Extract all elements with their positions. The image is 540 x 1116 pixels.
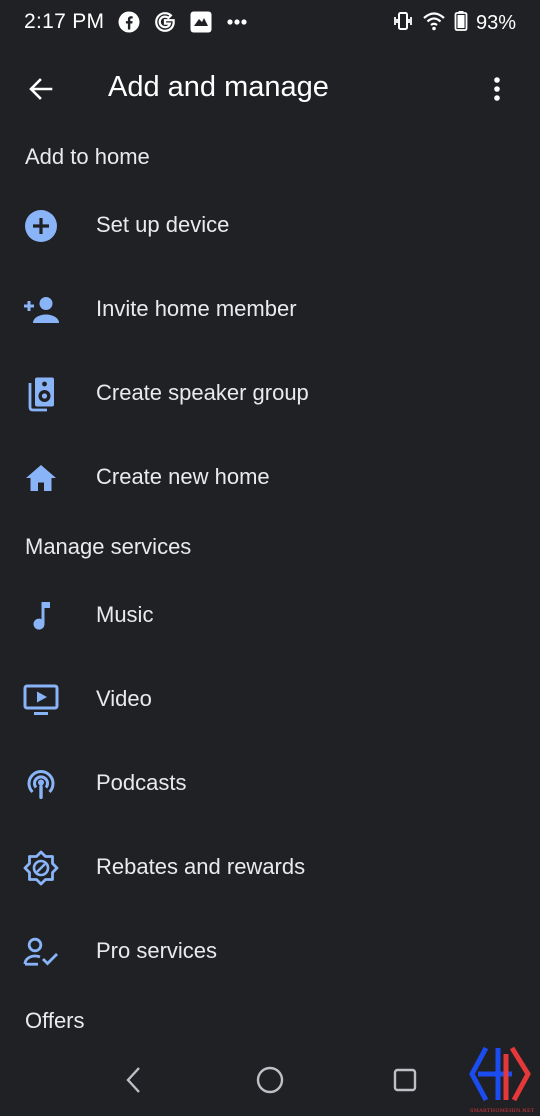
home-icon [22,460,60,496]
list-item-music[interactable]: Music [0,574,540,658]
facebook-icon [118,11,140,38]
app-notification-icon [190,11,212,38]
vibrate-icon [392,10,414,37]
wifi-icon [422,10,446,37]
back-button[interactable] [18,66,64,112]
music-note-icon [22,598,60,634]
nav-home-button[interactable] [246,1060,294,1100]
add-circle-icon [22,208,60,244]
system-nav-bar [0,1046,540,1116]
more-vert-icon [494,77,500,101]
nav-back-button[interactable] [110,1060,158,1100]
watermark-logo: SMARTHOMEHIN.NET [468,1044,535,1114]
rewards-badge-icon [22,850,60,886]
list-item-label: Create speaker group [96,380,309,405]
speaker-icon [22,376,60,412]
google-icon [154,11,176,38]
list-item-rebates-and-rewards[interactable]: Rebates and rewards [0,826,540,910]
person-check-icon [22,934,60,970]
video-icon [22,682,60,718]
status-right: 93% [392,10,516,37]
list-item-set-up-device[interactable]: Set up device [0,184,540,268]
list-item-label: Rebates and rewards [96,854,306,879]
status-time: 2:17 PM [24,10,105,33]
nav-home-icon [256,1066,284,1094]
section-header-manage-services: Manage services [25,534,192,559]
more-options-button[interactable] [474,66,520,112]
list-item-label: Pro services [96,938,218,963]
page-title: Add and manage [108,71,329,103]
more-notifications-icon [226,11,248,38]
person-add-icon [22,292,60,328]
battery-icon [454,10,468,37]
list-item-label: Video [96,686,152,711]
status-bar: 2:17 PM 93% [0,0,540,46]
list-item-create-speaker-group[interactable]: Create speaker group [0,352,540,436]
section-header-offers: Offers [25,1008,85,1033]
nav-back-icon [126,1067,140,1093]
notification-icons [118,11,248,38]
nav-recents-icon [393,1068,417,1092]
nav-recents-button[interactable] [381,1060,429,1100]
list-item-create-new-home[interactable]: Create new home [0,436,540,520]
list-item-podcasts[interactable]: Podcasts [0,742,540,826]
list-item-label: Podcasts [96,770,187,795]
list-item-invite-home-member[interactable]: Invite home member [0,268,540,352]
arrow-back-icon [29,78,53,100]
battery-percentage: 93% [475,12,516,34]
list-item-label: Music [96,602,154,627]
podcast-icon [22,766,60,802]
list-item-label: Create new home [96,464,270,489]
watermark-text: SMARTHOMEHIN.NET [470,1108,535,1114]
list-item-label: Invite home member [96,296,297,321]
list-item-pro-services[interactable]: Pro services [0,910,540,994]
list-item-video[interactable]: Video [0,658,540,742]
list-item-label: Set up device [96,212,230,237]
app-bar: Add and manage [0,46,540,132]
section-header-add-to-home: Add to home [25,144,150,169]
